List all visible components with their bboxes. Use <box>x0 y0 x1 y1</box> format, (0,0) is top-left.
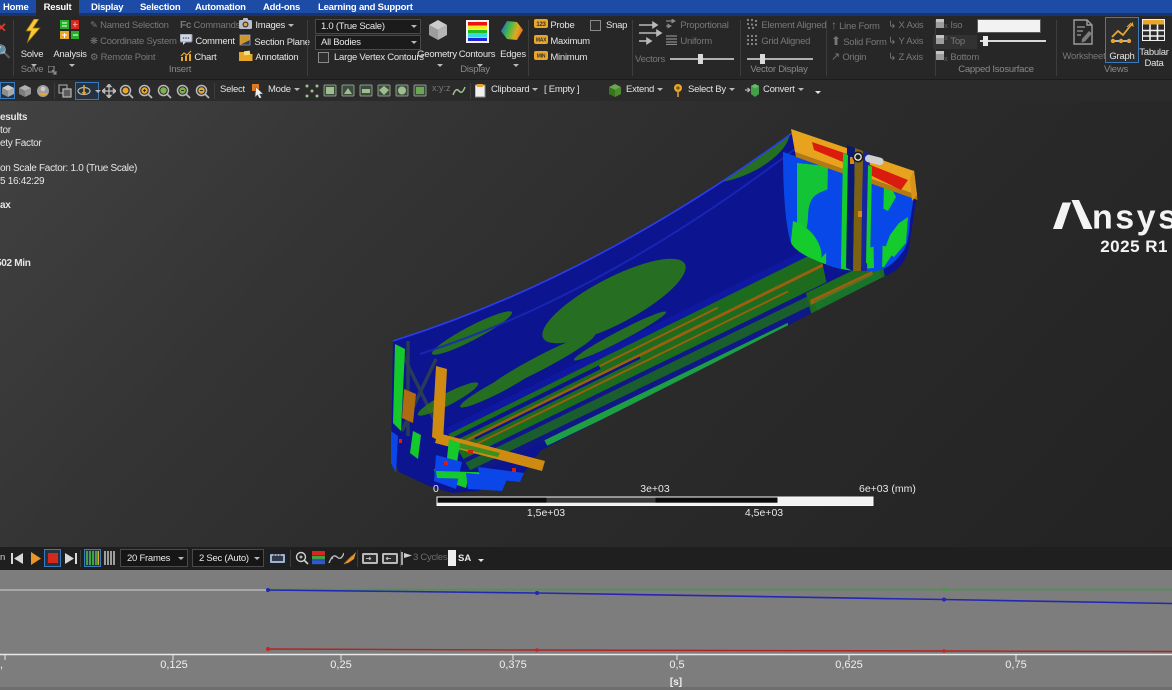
svg-text:[s]: [s] <box>670 677 682 688</box>
svg-text:2025 R1: 2025 R1 <box>1100 237 1168 256</box>
svg-text:1,5e+03: 1,5e+03 <box>527 507 565 519</box>
svg-text:,: , <box>0 659 3 671</box>
svg-text:MIN: MIN <box>537 54 546 60</box>
svg-text:0,125: 0,125 <box>160 659 188 671</box>
svg-text:0: 0 <box>433 483 439 495</box>
svg-text:3e+03: 3e+03 <box>640 483 670 495</box>
svg-text:x: x <box>944 56 948 61</box>
svg-text:x: x <box>944 35 948 42</box>
svg-text:nsys: nsys <box>1092 199 1172 237</box>
svg-text:123: 123 <box>536 22 546 28</box>
svg-text:4,5e+03: 4,5e+03 <box>745 507 783 519</box>
svg-text:0,375: 0,375 <box>499 659 527 671</box>
svg-text:0,75: 0,75 <box>1005 659 1026 671</box>
svg-text:0,5: 0,5 <box>669 659 684 671</box>
svg-text:6e+03 (mm): 6e+03 (mm) <box>859 483 916 495</box>
svg-text:0,625: 0,625 <box>835 659 863 671</box>
svg-text:MAX: MAX <box>536 38 547 44</box>
svg-text:0,25: 0,25 <box>330 659 351 671</box>
svg-text:x: x <box>944 23 948 29</box>
